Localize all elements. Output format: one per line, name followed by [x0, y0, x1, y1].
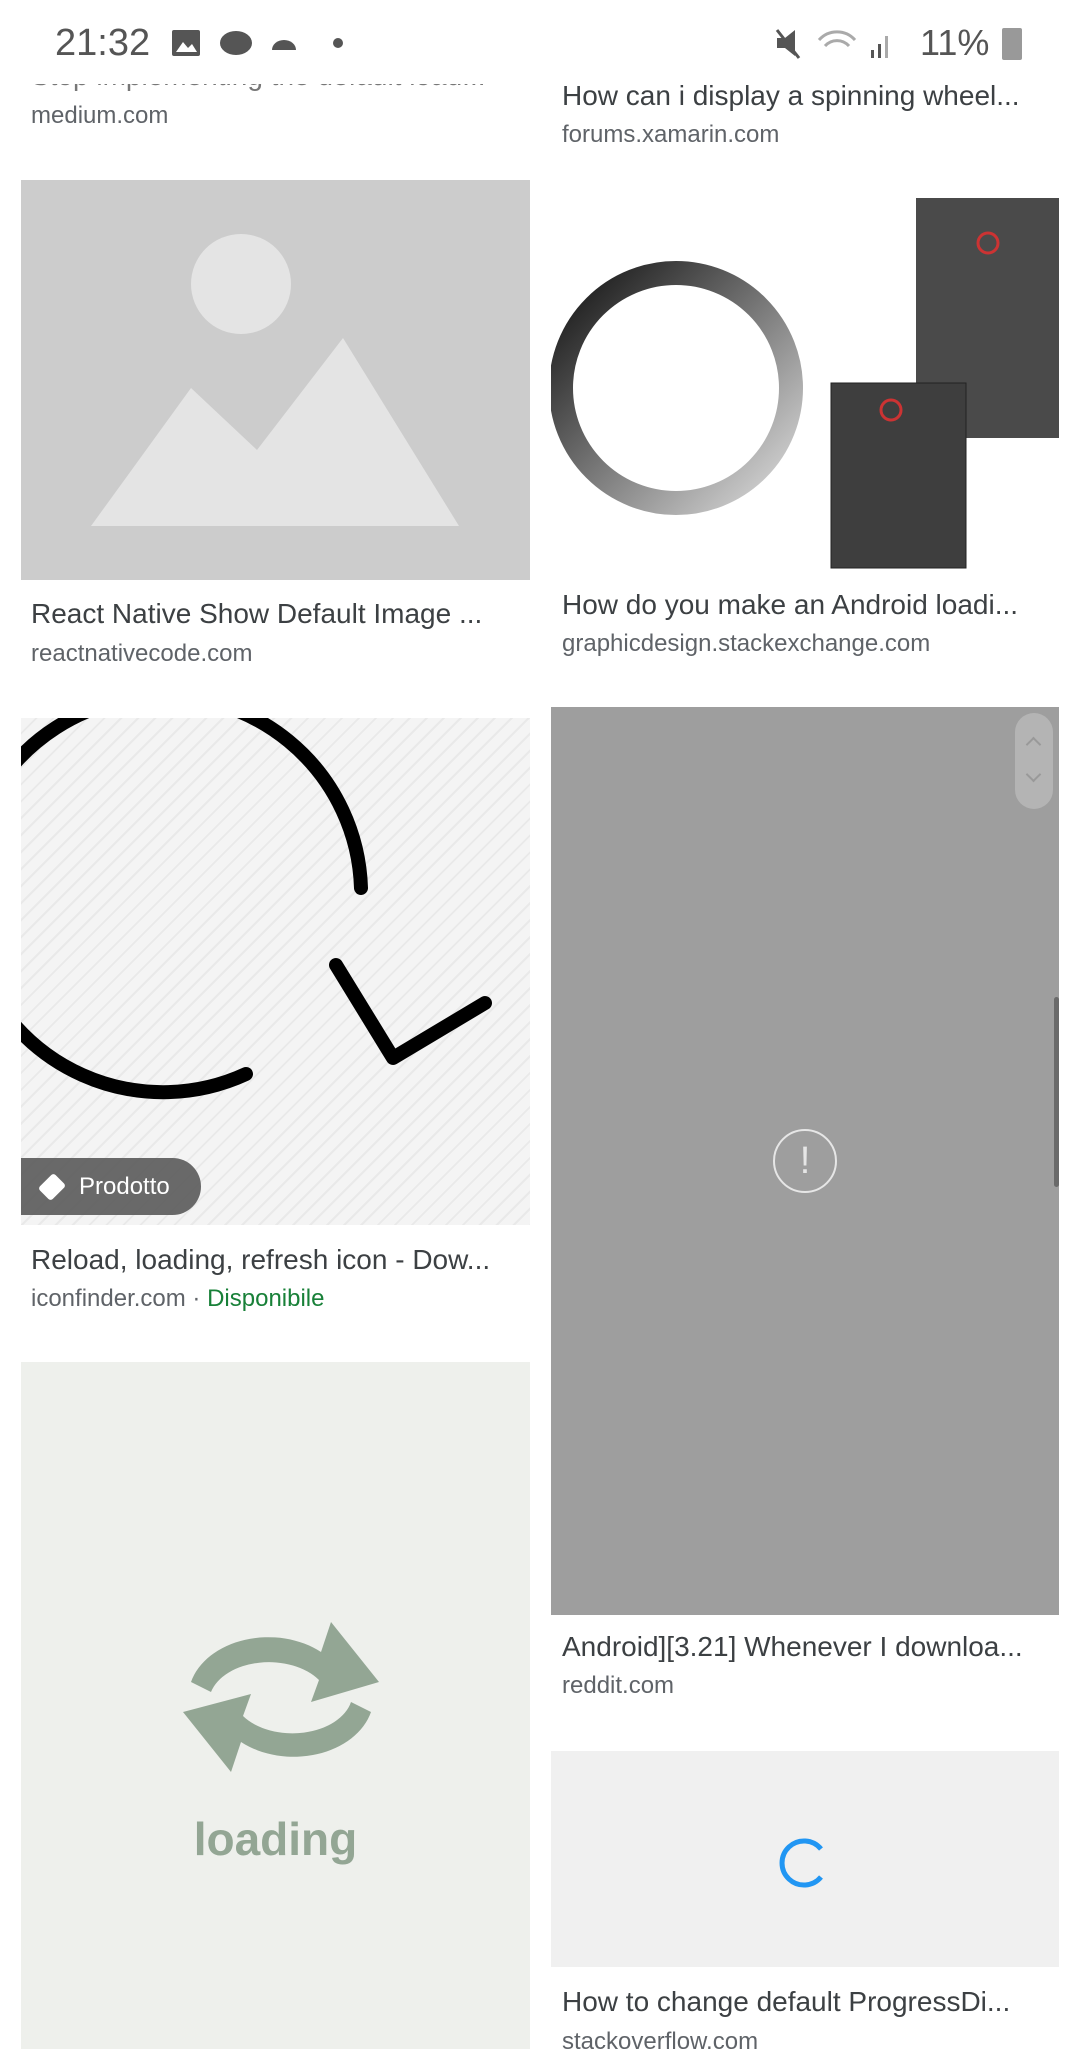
battery-percent: 11% [920, 22, 990, 63]
image-placeholder-icon [91, 234, 459, 526]
result-title[interactable]: Android][3.21] Whenever I downloa... [562, 1631, 1062, 1663]
reload-icon [21, 718, 492, 1100]
error-icon: ! [773, 1129, 837, 1193]
battery-charging-icon [1002, 28, 1022, 60]
loading-text: loading [193, 1813, 358, 1865]
result-title[interactable]: How to change default ProgressDi... [562, 1986, 1062, 2018]
sync-arrows-icon [183, 1622, 379, 1772]
weather-icon [272, 40, 296, 50]
tag-icon [37, 1172, 67, 1202]
result-source: reactnativecode.com [31, 640, 253, 667]
result-source: iconfinder.com [31, 1285, 186, 1312]
status-bar: 21:32 11% [0, 0, 1080, 84]
system-icons [775, 29, 888, 59]
wifi-icon [817, 30, 857, 48]
result-image-loading[interactable]: loading [21, 1362, 530, 2049]
result-source: graphicdesign.stackexchange.com [562, 630, 931, 657]
chevron-up-icon[interactable] [1025, 736, 1042, 753]
progress-spinner-icon [779, 1838, 823, 1888]
badge-label: Prodotto [79, 1173, 170, 1200]
result-image-reload[interactable]: Prodotto [21, 718, 530, 1225]
result-source: forums.xamarin.com [562, 121, 780, 148]
scroll-arrows[interactable] [1015, 713, 1053, 809]
result-source: reddit.com [562, 1672, 675, 1699]
scrollbar[interactable] [1054, 997, 1059, 1187]
product-badge: Prodotto [21, 1158, 201, 1215]
clock: 21:32 [55, 22, 151, 64]
chevron-down-icon[interactable] [1025, 766, 1042, 783]
result-title[interactable]: React Native Show Default Image ... [31, 598, 531, 630]
result-title[interactable]: How do you make an Android loadi... [562, 589, 1062, 621]
result-image-spinner-design[interactable] [551, 198, 1059, 572]
notification-icons [172, 30, 296, 56]
result-image-placeholder[interactable] [21, 180, 530, 580]
availability: Disponibile [207, 1285, 325, 1312]
signal-icon [871, 50, 874, 58]
result-source-row: iconfinder.com · Disponibile [31, 1285, 325, 1312]
result-image-error[interactable]: ! [551, 707, 1059, 1615]
gallery-icon [172, 30, 200, 56]
result-title[interactable]: Reload, loading, refresh icon - Dow... [31, 1244, 531, 1276]
app-icon [220, 31, 252, 55]
result-title[interactable]: How can i display a spinning wheel... [562, 80, 1062, 112]
result-source: medium.com [31, 102, 169, 129]
spinner-design-image [551, 198, 1059, 569]
result-image-progress[interactable] [551, 1751, 1059, 1967]
result-source: stackoverflow.com [562, 2028, 759, 2055]
more-notifications-dot [333, 38, 343, 48]
